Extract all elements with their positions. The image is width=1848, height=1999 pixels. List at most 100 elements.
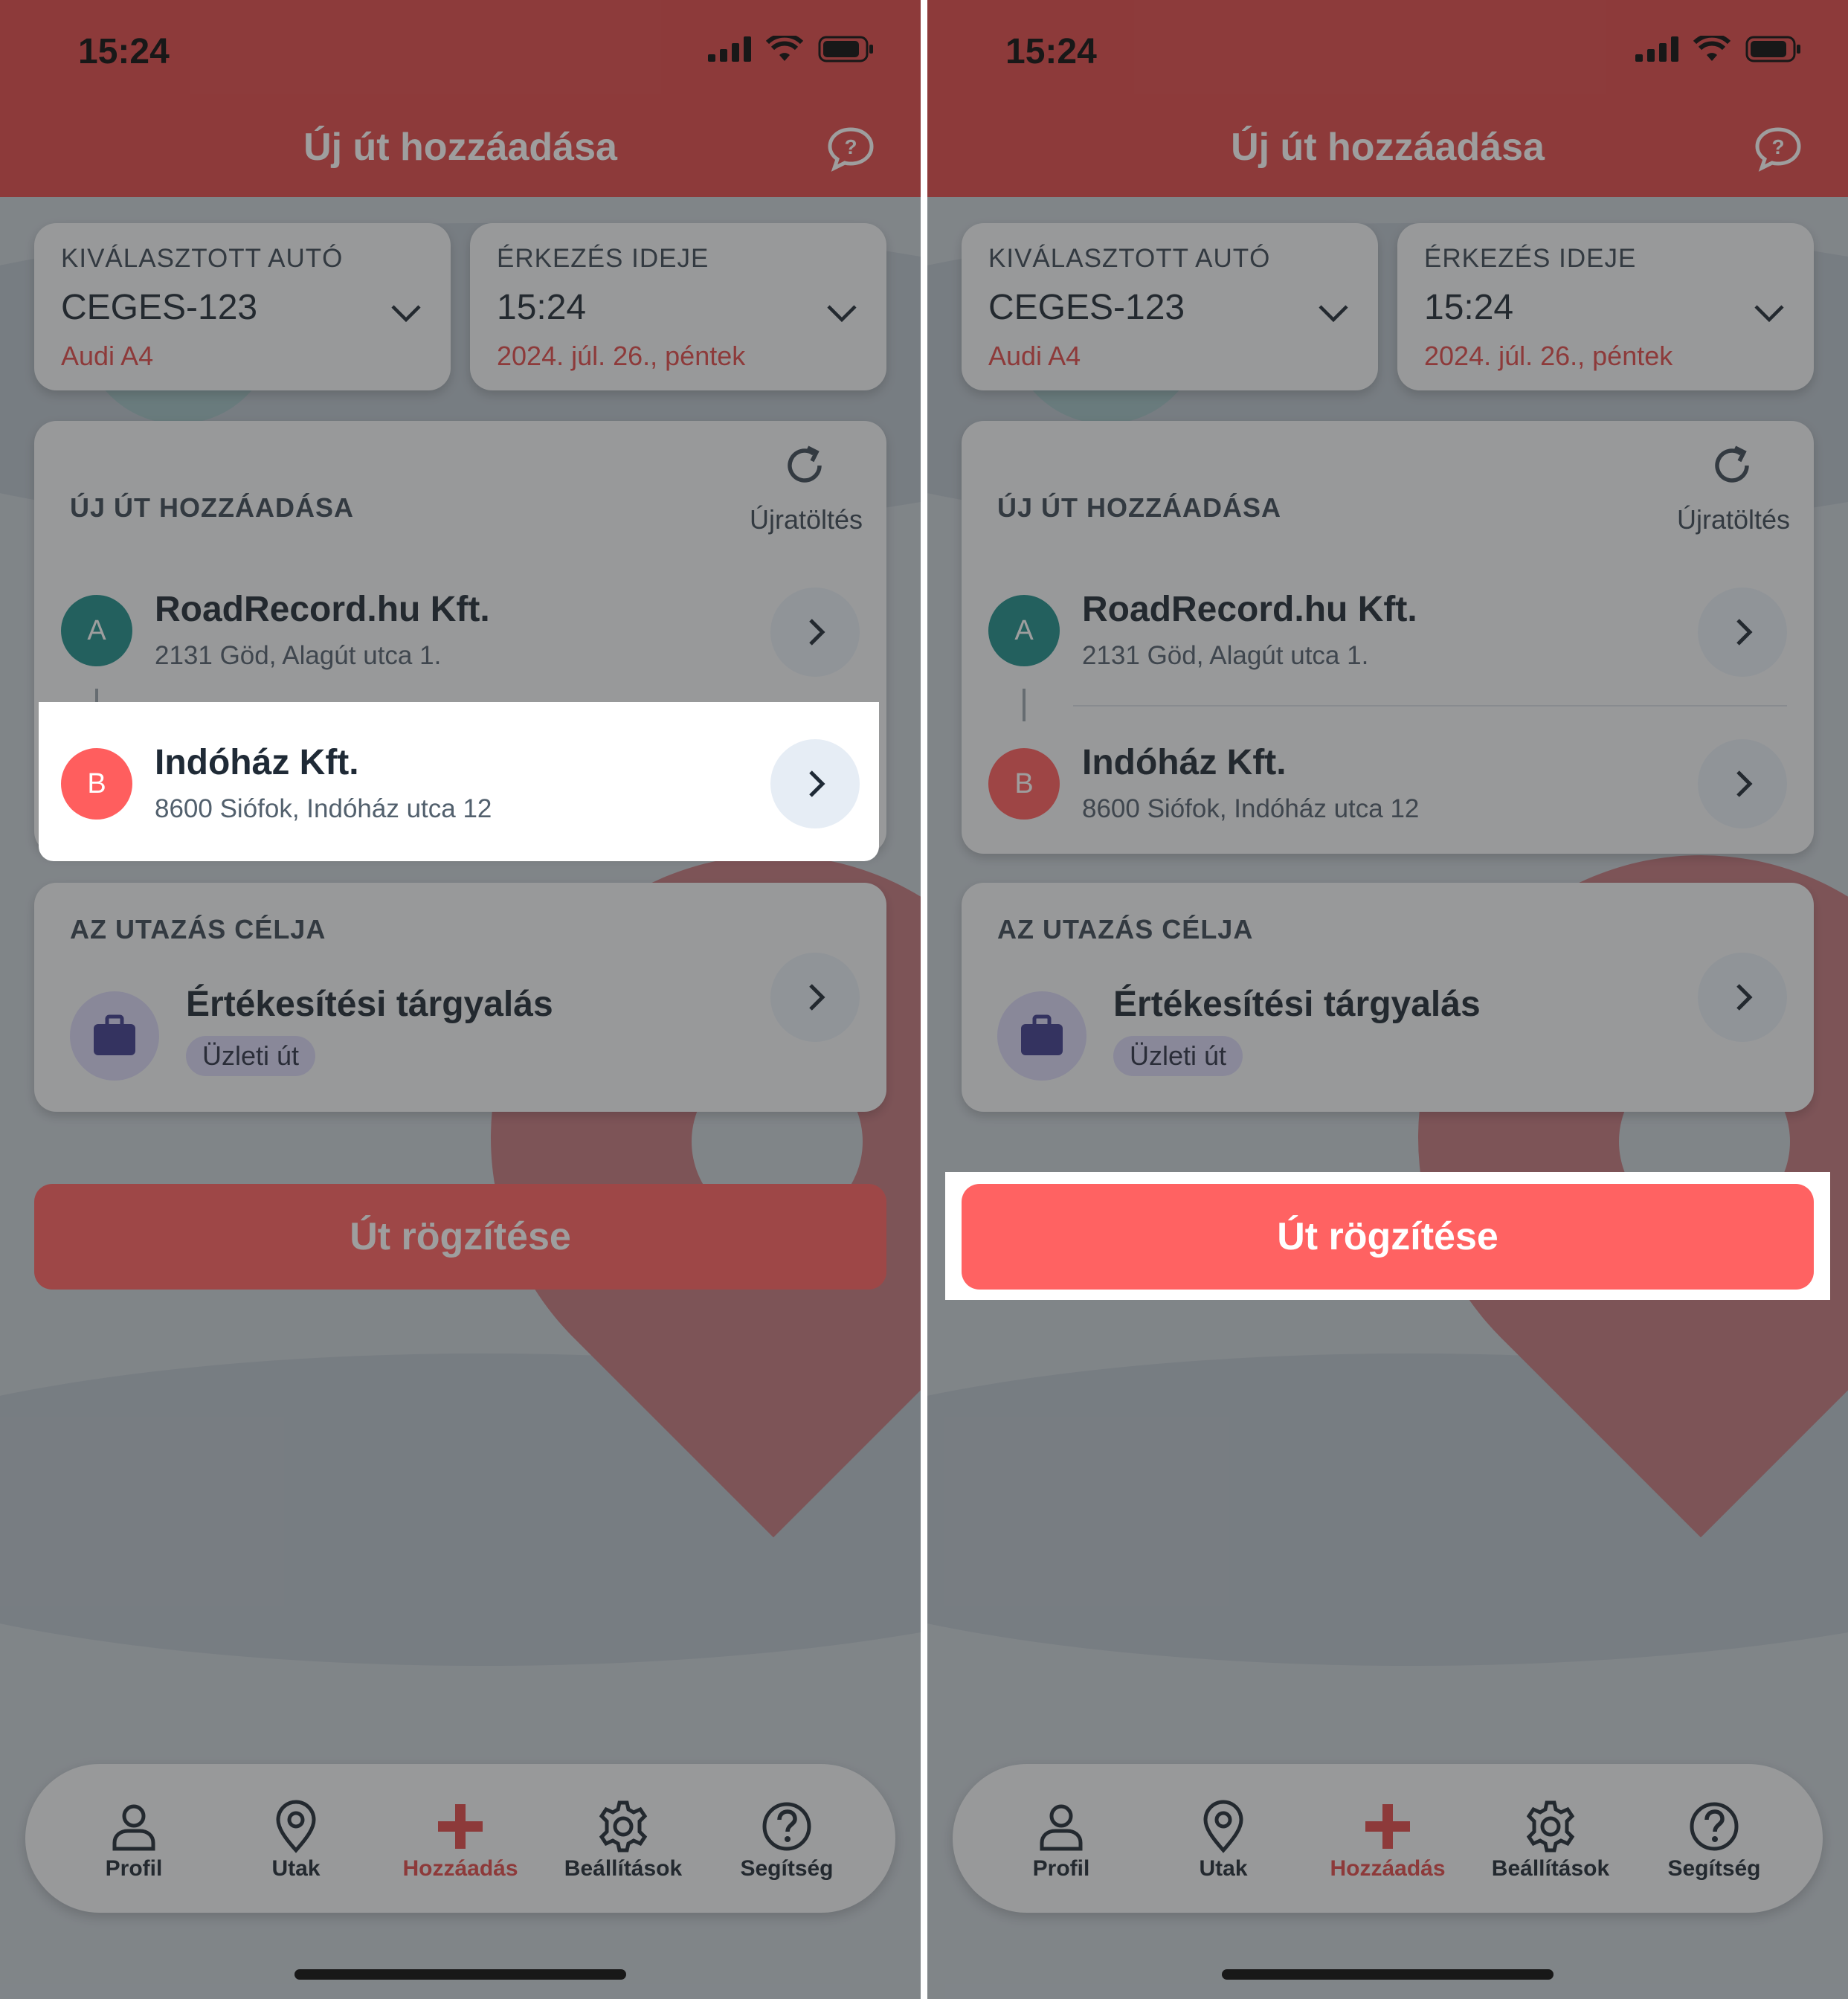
screen-step-destination: 15:24 Új út hozzáadása ? KIVÁLASZTOTT AU…	[0, 0, 921, 1999]
arrival-time: 15:24	[1424, 288, 1514, 327]
purpose-icon-circle	[997, 991, 1086, 1081]
purpose-section-label: AZ UTAZÁS CÉLJA	[70, 914, 326, 944]
car-model: Audi A4	[988, 341, 1081, 371]
nav-label-trips: Utak	[271, 1856, 321, 1881]
purpose-section-label: AZ UTAZÁS CÉLJA	[997, 914, 1254, 944]
nav-item-add[interactable]: Hozzáadás	[386, 1800, 535, 1881]
person-icon	[112, 1804, 155, 1851]
signal-icon	[1635, 36, 1678, 62]
status-bar: 15:24	[927, 0, 1848, 104]
bottom-navigation: Profil Utak Hozzáadás Beállítások Segíts…	[953, 1764, 1823, 1913]
battery-icon	[1745, 36, 1800, 62]
reload-icon[interactable]	[1710, 443, 1754, 488]
status-time: 15:24	[1005, 32, 1097, 71]
route-divider	[1073, 705, 1787, 706]
nav-label-settings: Beállítások	[564, 1856, 683, 1881]
gear-icon	[599, 1800, 648, 1852]
plus-icon	[438, 1804, 483, 1849]
nav-item-trips[interactable]: Utak	[1149, 1800, 1298, 1881]
svg-text:?: ?	[844, 135, 857, 158]
purpose-icon-circle	[70, 991, 159, 1081]
svg-text:?: ?	[1771, 135, 1784, 158]
record-trip-button[interactable]: Út rögzítése	[34, 1184, 886, 1290]
stop-a-open-button[interactable]	[1698, 588, 1787, 677]
chevron-right-icon	[809, 619, 825, 646]
reload-button-label[interactable]: Újratöltés	[750, 504, 863, 535]
stop-b-open-button[interactable]	[1698, 739, 1787, 828]
selected-car-dropdown[interactable]: KIVÁLASZTOTT AUTÓ CEGES-123 Audi A4	[34, 223, 451, 390]
screen-step-record: 15:24 Új út hozzáadása ? KIVÁLASZTOTT AU…	[927, 0, 1848, 1999]
purpose-name: Értékesítési tárgyalás	[1113, 985, 1481, 1024]
nav-item-help[interactable]: Segítség	[712, 1800, 861, 1881]
stop-a-badge: A	[61, 595, 132, 666]
wifi-icon	[766, 36, 803, 61]
stop-b-name: Indóház Kft.	[155, 743, 359, 782]
nav-item-help[interactable]: Segítség	[1640, 1800, 1789, 1881]
nav-label-add: Hozzáadás	[402, 1856, 518, 1881]
arrival-time: 15:24	[497, 288, 587, 327]
trip-purpose-card[interactable]: AZ UTAZÁS CÉLJA Értékesítési tárgyalás Ü…	[34, 883, 886, 1112]
car-label: KIVÁLASZTOTT AUTÓ	[61, 244, 344, 273]
car-plate: CEGES-123	[61, 288, 258, 327]
purpose-open-button[interactable]	[770, 953, 860, 1042]
purpose-name: Értékesítési tárgyalás	[186, 985, 553, 1024]
nav-item-settings[interactable]: Beállítások	[1476, 1800, 1625, 1881]
app-header: Új út hozzáadása ?	[0, 104, 921, 197]
status-time: 15:24	[78, 32, 170, 71]
signal-icon	[708, 36, 751, 62]
route-connector	[1023, 689, 1026, 721]
app-header: Új út hozzáadása ?	[927, 104, 1848, 197]
nav-item-profile[interactable]: Profil	[59, 1800, 208, 1881]
location-pin-icon	[276, 1800, 316, 1853]
help-chat-icon[interactable]: ?	[1754, 125, 1802, 173]
page-title: Új út hozzáadása	[1231, 126, 1545, 169]
help-chat-icon[interactable]: ?	[827, 125, 875, 173]
chevron-right-icon	[1736, 984, 1753, 1011]
battery-icon	[818, 36, 873, 62]
arrival-date: 2024. júl. 26., péntek	[1424, 341, 1673, 371]
nav-label-profile: Profil	[1032, 1856, 1090, 1881]
status-bar: 15:24	[0, 0, 921, 104]
stop-b-name: Indóház Kft.	[1082, 743, 1287, 782]
nav-item-add[interactable]: Hozzáadás	[1313, 1800, 1462, 1881]
screenshot-separator	[921, 0, 927, 1999]
car-model: Audi A4	[61, 341, 154, 371]
chevron-down-icon	[1754, 305, 1784, 323]
selected-car-dropdown[interactable]: KIVÁLASZTOTT AUTÓ CEGES-123 Audi A4	[962, 223, 1378, 390]
stop-b-open-button[interactable]	[770, 739, 860, 828]
home-indicator	[1222, 1969, 1554, 1980]
purpose-open-button[interactable]	[1698, 953, 1787, 1042]
trip-purpose-card[interactable]: AZ UTAZÁS CÉLJA Értékesítési tárgyalás Ü…	[962, 883, 1814, 1112]
stop-a-address: 2131 Göd, Alagút utca 1.	[1082, 641, 1369, 670]
arrival-time-dropdown[interactable]: ÉRKEZÉS IDEJE 15:24 2024. júl. 26., pént…	[470, 223, 886, 390]
route-section-label: ÚJ ÚT HOZZÁADÁSA	[70, 492, 354, 523]
nav-item-settings[interactable]: Beállítások	[549, 1800, 698, 1881]
reload-button-label[interactable]: Újratöltés	[1677, 504, 1790, 535]
nav-label-profile: Profil	[105, 1856, 163, 1881]
stop-a-open-button[interactable]	[770, 588, 860, 677]
nav-label-add: Hozzáadás	[1330, 1856, 1446, 1881]
car-plate: CEGES-123	[988, 288, 1185, 327]
arrival-time-dropdown[interactable]: ÉRKEZÉS IDEJE 15:24 2024. júl. 26., pént…	[1397, 223, 1814, 390]
chevron-right-icon	[809, 984, 825, 1011]
nav-item-trips[interactable]: Utak	[222, 1800, 370, 1881]
arrival-label: ÉRKEZÉS IDEJE	[497, 244, 709, 273]
chevron-right-icon	[1736, 619, 1753, 646]
gear-icon	[1526, 1800, 1575, 1852]
question-circle-icon	[762, 1802, 811, 1851]
stop-b-address: 8600 Siófok, Indóház utca 12	[1082, 794, 1420, 823]
nav-label-help: Segítség	[740, 1856, 834, 1881]
chevron-right-icon	[809, 770, 825, 797]
reload-icon[interactable]	[782, 443, 827, 488]
arrival-date: 2024. júl. 26., péntek	[497, 341, 746, 371]
stop-b-row-highlight[interactable]: B Indóház Kft. 8600 Siófok, Indóház utca…	[39, 702, 879, 861]
stop-a-address: 2131 Göd, Alagút utca 1.	[155, 641, 442, 670]
briefcase-icon	[1021, 1014, 1063, 1055]
record-trip-button[interactable]: Út rögzítése	[962, 1184, 1814, 1290]
bottom-navigation: Profil Utak Hozzáadás Beállítások Segíts…	[25, 1764, 895, 1913]
chevron-down-icon	[827, 305, 857, 323]
chevron-right-icon	[1736, 770, 1753, 797]
briefcase-icon	[94, 1014, 135, 1055]
nav-item-profile[interactable]: Profil	[987, 1800, 1136, 1881]
stop-b-address: 8600 Siófok, Indóház utca 12	[155, 794, 492, 823]
